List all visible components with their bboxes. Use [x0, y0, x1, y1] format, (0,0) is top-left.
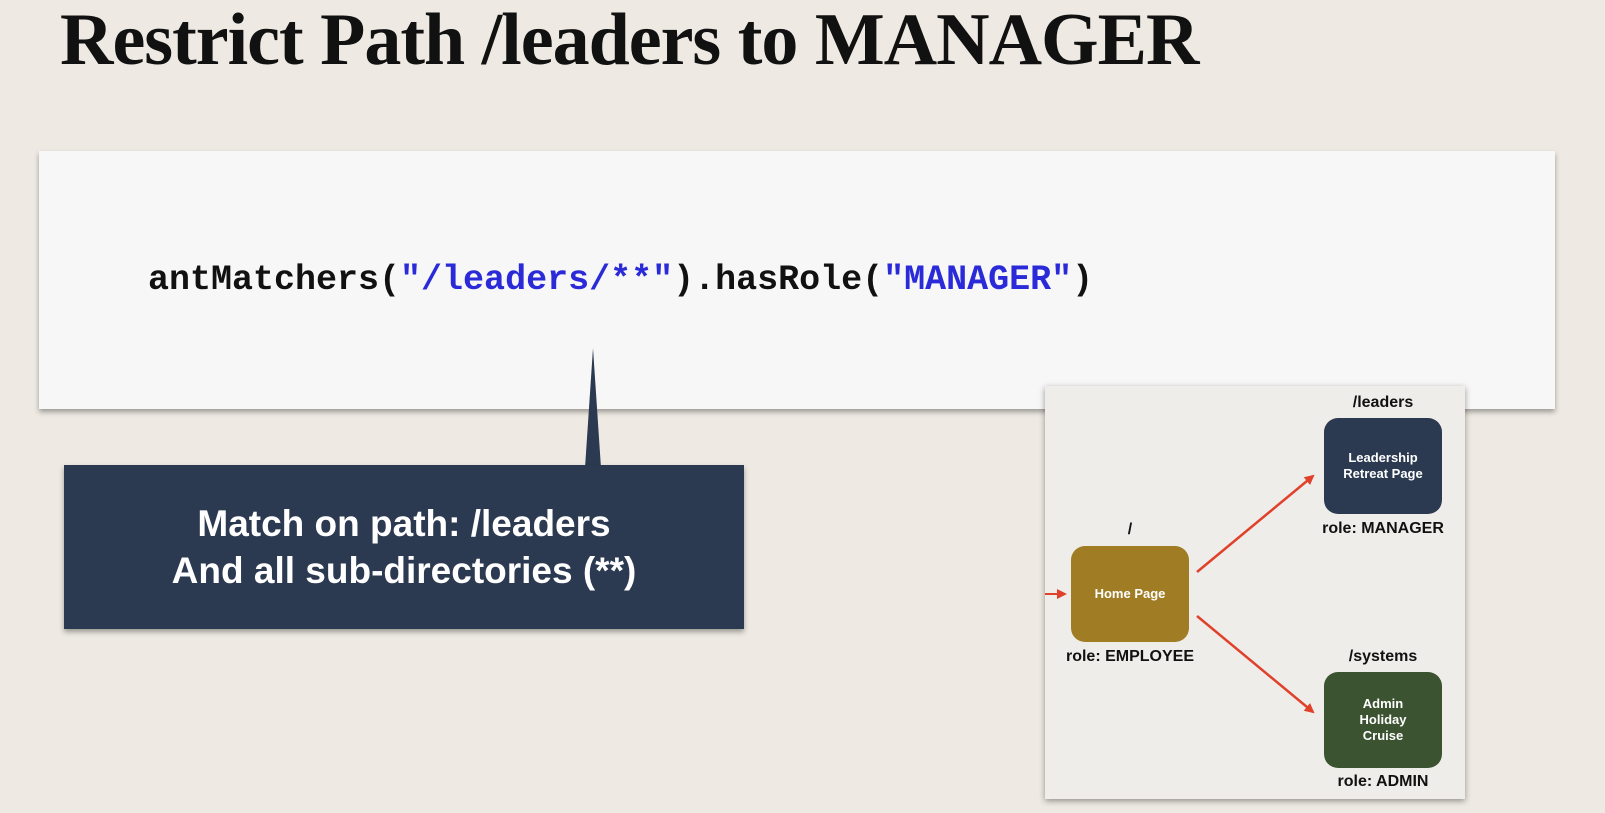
leadership-retreat-label: Leadership Retreat Page: [1343, 450, 1423, 481]
code-prefix: antMatchers(: [148, 260, 401, 300]
callout-line-1: Match on path: /leaders: [197, 503, 611, 544]
home-page-node: Home Page: [1071, 546, 1189, 642]
callout-box: Match on path: /leaders And all sub-dire…: [64, 465, 744, 629]
leaders-path-label: /leaders: [1352, 394, 1414, 411]
code-path-string: "/leaders/**": [400, 260, 674, 300]
code-suffix: ): [1072, 260, 1094, 300]
code-role-string: "MANAGER": [883, 260, 1073, 300]
arrow-to-leaders: [1196, 474, 1315, 573]
callout-pointer: [585, 348, 601, 468]
systems-role-label: role: ADMIN: [1337, 773, 1429, 790]
access-diagram: / Home Page role: EMPLOYEE /leaders Lead…: [1045, 386, 1465, 799]
admin-holiday-cruise-label: Admin Holiday Cruise: [1359, 696, 1407, 743]
code-line: antMatchers("/leaders/**").hasRole("MANA…: [148, 260, 1093, 300]
callout-line-2: And all sub-directories (**): [171, 550, 637, 591]
leadership-retreat-node: Leadership Retreat Page: [1324, 418, 1442, 514]
home-page-label: Home Page: [1094, 586, 1166, 601]
systems-path-label: /systems: [1348, 648, 1418, 665]
admin-holiday-cruise-node: Admin Holiday Cruise: [1324, 672, 1442, 768]
home-path-label: /: [1127, 521, 1133, 538]
slide-title: Restrict Path /leaders to MANAGER: [60, 0, 1199, 81]
code-middle: ).hasRole(: [673, 260, 884, 300]
leaders-role-label: role: MANAGER: [1322, 520, 1444, 537]
home-role-label: role: EMPLOYEE: [1065, 648, 1195, 665]
